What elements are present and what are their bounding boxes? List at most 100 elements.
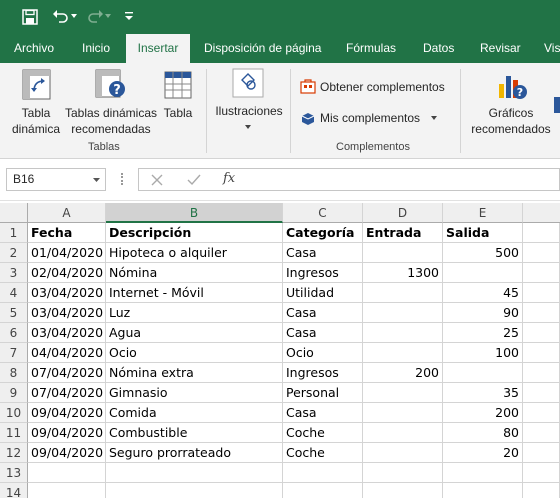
cell-d3[interactable]: 1300 [363,263,443,283]
cell-b14[interactable] [106,483,283,498]
cell-b6[interactable]: Agua [106,323,283,343]
tab-datos[interactable]: Datos [423,34,454,63]
cell-d12[interactable] [363,443,443,463]
row-header[interactable]: 14 [0,483,28,498]
cell-e8[interactable] [443,363,523,383]
cell-b10[interactable]: Comida [106,403,283,423]
cell-f10[interactable] [523,403,560,423]
cell-f5[interactable] [523,303,560,323]
cell-f8[interactable] [523,363,560,383]
cell-e5[interactable]: 90 [443,303,523,323]
cell-d8[interactable]: 200 [363,363,443,383]
recommended-charts-icon[interactable]: ? [496,70,528,102]
row-header[interactable]: 11 [0,423,28,443]
cell-a6[interactable]: 03/04/2020 [28,323,106,343]
row-header[interactable]: 10 [0,403,28,423]
cell-a12[interactable]: 09/04/2020 [28,443,106,463]
undo-icon[interactable] [52,8,70,24]
cell-c9[interactable]: Personal [283,383,363,403]
row-header[interactable]: 7 [0,343,28,363]
cell-e11[interactable]: 80 [443,423,523,443]
cell-e13[interactable] [443,463,523,483]
cell-a1[interactable]: Fecha [28,223,106,243]
cell-e7[interactable]: 100 [443,343,523,363]
cell-c7[interactable]: Ocio [283,343,363,363]
cell-e10[interactable]: 200 [443,403,523,423]
cell-e4[interactable]: 45 [443,283,523,303]
cell-c3[interactable]: Ingresos [283,263,363,283]
cell-d5[interactable] [363,303,443,323]
cell-f13[interactable] [523,463,560,483]
undo-dropdown-icon[interactable] [71,14,77,18]
name-box[interactable]: B16 [6,168,106,191]
cell-f7[interactable] [523,343,560,363]
enter-icon[interactable] [187,174,201,186]
cell-d14[interactable] [363,483,443,498]
tab-vista[interactable]: Vis [544,34,560,63]
tab-disposicion[interactable]: Disposición de página [204,34,321,63]
cell-b13[interactable] [106,463,283,483]
cell-a5[interactable]: 03/04/2020 [28,303,106,323]
cell-c6[interactable]: Casa [283,323,363,343]
cell-f2[interactable] [523,243,560,263]
cell-d7[interactable] [363,343,443,363]
cell-a14[interactable] [28,483,106,498]
my-addins-dropdown-icon[interactable] [431,116,437,120]
next-chart-icon[interactable] [554,97,560,113]
redo-dropdown-icon[interactable] [105,14,111,18]
cell-d13[interactable] [363,463,443,483]
get-addins-label[interactable]: Obtener complementos [320,79,445,95]
cell-c2[interactable]: Casa [283,243,363,263]
cell-f3[interactable] [523,263,560,283]
cell-e1[interactable]: Salida [443,223,523,243]
cell-c5[interactable]: Casa [283,303,363,323]
pivot-table-icon[interactable] [22,69,52,101]
redo-icon[interactable] [86,8,104,24]
cell-b1[interactable]: Descripción [106,223,283,243]
cell-b8[interactable]: Nómina extra [106,363,283,383]
cell-b11[interactable]: Combustible [106,423,283,443]
cell-f11[interactable] [523,423,560,443]
store-icon[interactable] [300,78,316,94]
row-header[interactable]: 4 [0,283,28,303]
cell-d6[interactable] [363,323,443,343]
illustrations-icon[interactable] [232,68,264,98]
my-addins-label[interactable]: Mis complementos [320,110,420,126]
row-header[interactable]: 5 [0,303,28,323]
cell-c14[interactable] [283,483,363,498]
cell-e12[interactable]: 20 [443,443,523,463]
column-header-b[interactable]: B [106,203,283,223]
tab-formulas[interactable]: Fórmulas [346,34,396,63]
cell-b4[interactable]: Internet - Móvil [106,283,283,303]
save-icon[interactable] [22,9,38,25]
name-box-dropdown-icon[interactable] [93,178,100,182]
cell-c11[interactable]: Coche [283,423,363,443]
tab-insertar[interactable]: Insertar [126,34,190,63]
cell-a7[interactable]: 04/04/2020 [28,343,106,363]
table-icon[interactable] [164,71,192,99]
cell-a10[interactable]: 09/04/2020 [28,403,106,423]
cell-c1[interactable]: Categoría [283,223,363,243]
cell-a3[interactable]: 02/04/2020 [28,263,106,283]
cell-d2[interactable] [363,243,443,263]
cell-d10[interactable] [363,403,443,423]
insert-function-icon[interactable]: fx [223,171,235,186]
cell-d4[interactable] [363,283,443,303]
cell-e3[interactable] [443,263,523,283]
cell-b9[interactable]: Gimnasio [106,383,283,403]
tab-archivo[interactable]: Archivo [14,34,54,63]
cell-d11[interactable] [363,423,443,443]
cell-b3[interactable]: Nómina [106,263,283,283]
row-header[interactable]: 13 [0,463,28,483]
cell-e14[interactable] [443,483,523,498]
customize-icon[interactable] [124,11,134,21]
formula-bar-grip[interactable] [121,173,123,185]
tab-revisar[interactable]: Revisar [480,34,521,63]
cell-a13[interactable] [28,463,106,483]
row-header[interactable]: 8 [0,363,28,383]
cell-c8[interactable]: Ingresos [283,363,363,383]
cell-a2[interactable]: 01/04/2020 [28,243,106,263]
column-header-e[interactable]: E [443,203,523,223]
cell-a9[interactable]: 07/04/2020 [28,383,106,403]
formula-input[interactable] [252,168,560,191]
